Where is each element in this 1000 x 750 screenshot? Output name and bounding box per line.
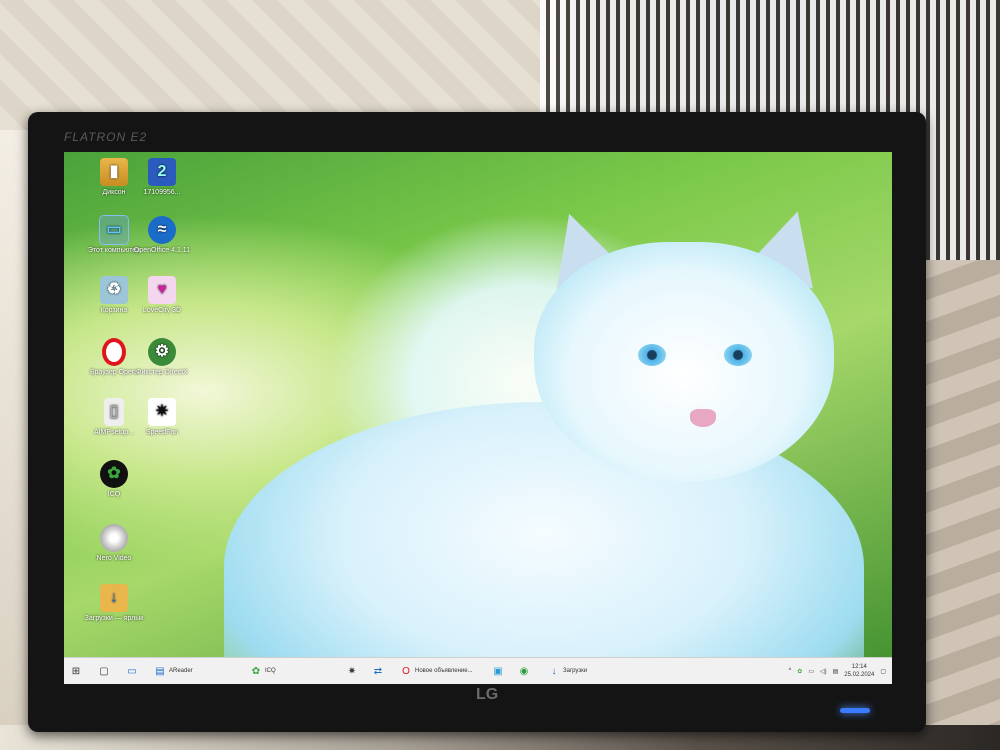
chevron-up-icon[interactable]: ^ xyxy=(788,668,791,674)
notifications-icon[interactable]: ▢ xyxy=(880,668,886,675)
desktop-icon-fixer[interactable]: ⚙ Фикстер DirectX xyxy=(132,338,192,377)
opera-icon: O xyxy=(402,665,410,677)
network-tray-icon[interactable]: ▭ xyxy=(808,668,814,675)
taskbar-item-network[interactable]: ⇄ xyxy=(372,662,384,680)
icq-icon: ✿ xyxy=(251,665,261,677)
taskbar-item-areader[interactable]: ▤ AReader xyxy=(154,662,192,680)
system-tray: ^ ✿ ▭ ◁) ▤ 12:14 25.02.2024 ▢ xyxy=(788,661,886,681)
icq-tray-icon[interactable]: ✿ xyxy=(797,668,802,675)
volume-icon[interactable]: ◁) xyxy=(820,668,827,675)
windows-icon: ⊞ xyxy=(71,665,81,677)
monitor: FLATRON E2 ▮ Диксон 2 17109956... ▭ Этот… xyxy=(28,112,926,732)
power-led xyxy=(840,708,870,713)
monitor-model-label: FLATRON E2 xyxy=(64,130,148,144)
desktop-icon-openoffice[interactable]: ≈ OpenOffice 4.1.11 xyxy=(132,216,192,255)
monitor-brand-logo: LG xyxy=(476,686,499,703)
task-view-button[interactable]: ▢ xyxy=(98,662,110,680)
computer-icon: ▭ xyxy=(99,215,129,245)
network-icon: ⇄ xyxy=(373,665,383,677)
downloads-icon: ↓ xyxy=(100,584,128,612)
window-light xyxy=(0,130,30,750)
disc-icon xyxy=(100,524,128,552)
monitor-icon: ▭ xyxy=(127,665,137,677)
speedfan-icon: ✷ xyxy=(148,398,176,426)
taskbar-item-screen[interactable]: ▣ xyxy=(492,662,504,680)
openoffice-icon: ≈ xyxy=(148,216,176,244)
desktop-icon-icq[interactable]: ✿ ICQ xyxy=(84,460,144,499)
clock[interactable]: 12:14 25.02.2024 xyxy=(844,663,874,679)
taskbar-screen-button[interactable]: ▭ xyxy=(126,662,138,680)
task-view-icon: ▢ xyxy=(99,665,109,677)
desktop-icon-lovecity[interactable]: ♥ LoveCity 3D xyxy=(132,276,192,315)
taskbar: ⊞ ▢ ▭ ▤ AReader ✿ ICQ ✷ ⇄ O Новое объявл… xyxy=(64,657,892,684)
downloads-icon: ↓ xyxy=(551,665,557,677)
wallpaper-cat-eye-left xyxy=(638,344,666,366)
wallpaper-cat-eye-right xyxy=(724,344,752,366)
desktop-icon-downloads[interactable]: ↓ Загрузки — ярлык xyxy=(84,584,144,623)
taskbar-item-icq[interactable]: ✿ ICQ xyxy=(250,662,276,680)
file-icon: ▯ xyxy=(104,398,124,426)
recycle-bin-icon: ♻ xyxy=(100,276,128,304)
fixer-icon: ⚙ xyxy=(148,338,176,366)
room-wall xyxy=(0,0,560,130)
speedfan-icon: ✷ xyxy=(347,665,357,677)
opera-icon xyxy=(102,338,126,366)
taskbar-item-opera[interactable]: O Новое объявление... xyxy=(400,662,473,680)
icq-icon: ✿ xyxy=(100,460,128,488)
app-icon: 2 xyxy=(148,158,176,186)
desktop-icon-nero[interactable]: Nero Video xyxy=(84,524,144,563)
desktop-icon-17109956[interactable]: 2 17109956... xyxy=(132,158,192,197)
screen-icon: ▣ xyxy=(493,665,503,677)
desktop-icon-speedfan[interactable]: ✷ SpeedFan xyxy=(132,398,192,437)
taskbar-item-downloads[interactable]: ↓ Загрузки xyxy=(548,662,588,680)
reader-icon: ▤ xyxy=(155,665,165,677)
lovecity-icon: ♥ xyxy=(148,276,176,304)
start-button[interactable]: ⊞ xyxy=(70,662,82,680)
folder-icon: ▮ xyxy=(100,158,128,186)
desktop-screen: ▮ Диксон 2 17109956... ▭ Этот компьютер … xyxy=(64,152,892,684)
room-wall-right xyxy=(920,260,1000,750)
wallpaper-cat-nose xyxy=(690,409,716,427)
keyboard-icon[interactable]: ▤ xyxy=(833,668,839,675)
whatsapp-icon: ◉ xyxy=(519,665,529,677)
taskbar-item-speedfan[interactable]: ✷ xyxy=(346,662,358,680)
wallpaper-cat-head xyxy=(534,242,834,482)
taskbar-item-whatsapp[interactable]: ◉ xyxy=(518,662,530,680)
